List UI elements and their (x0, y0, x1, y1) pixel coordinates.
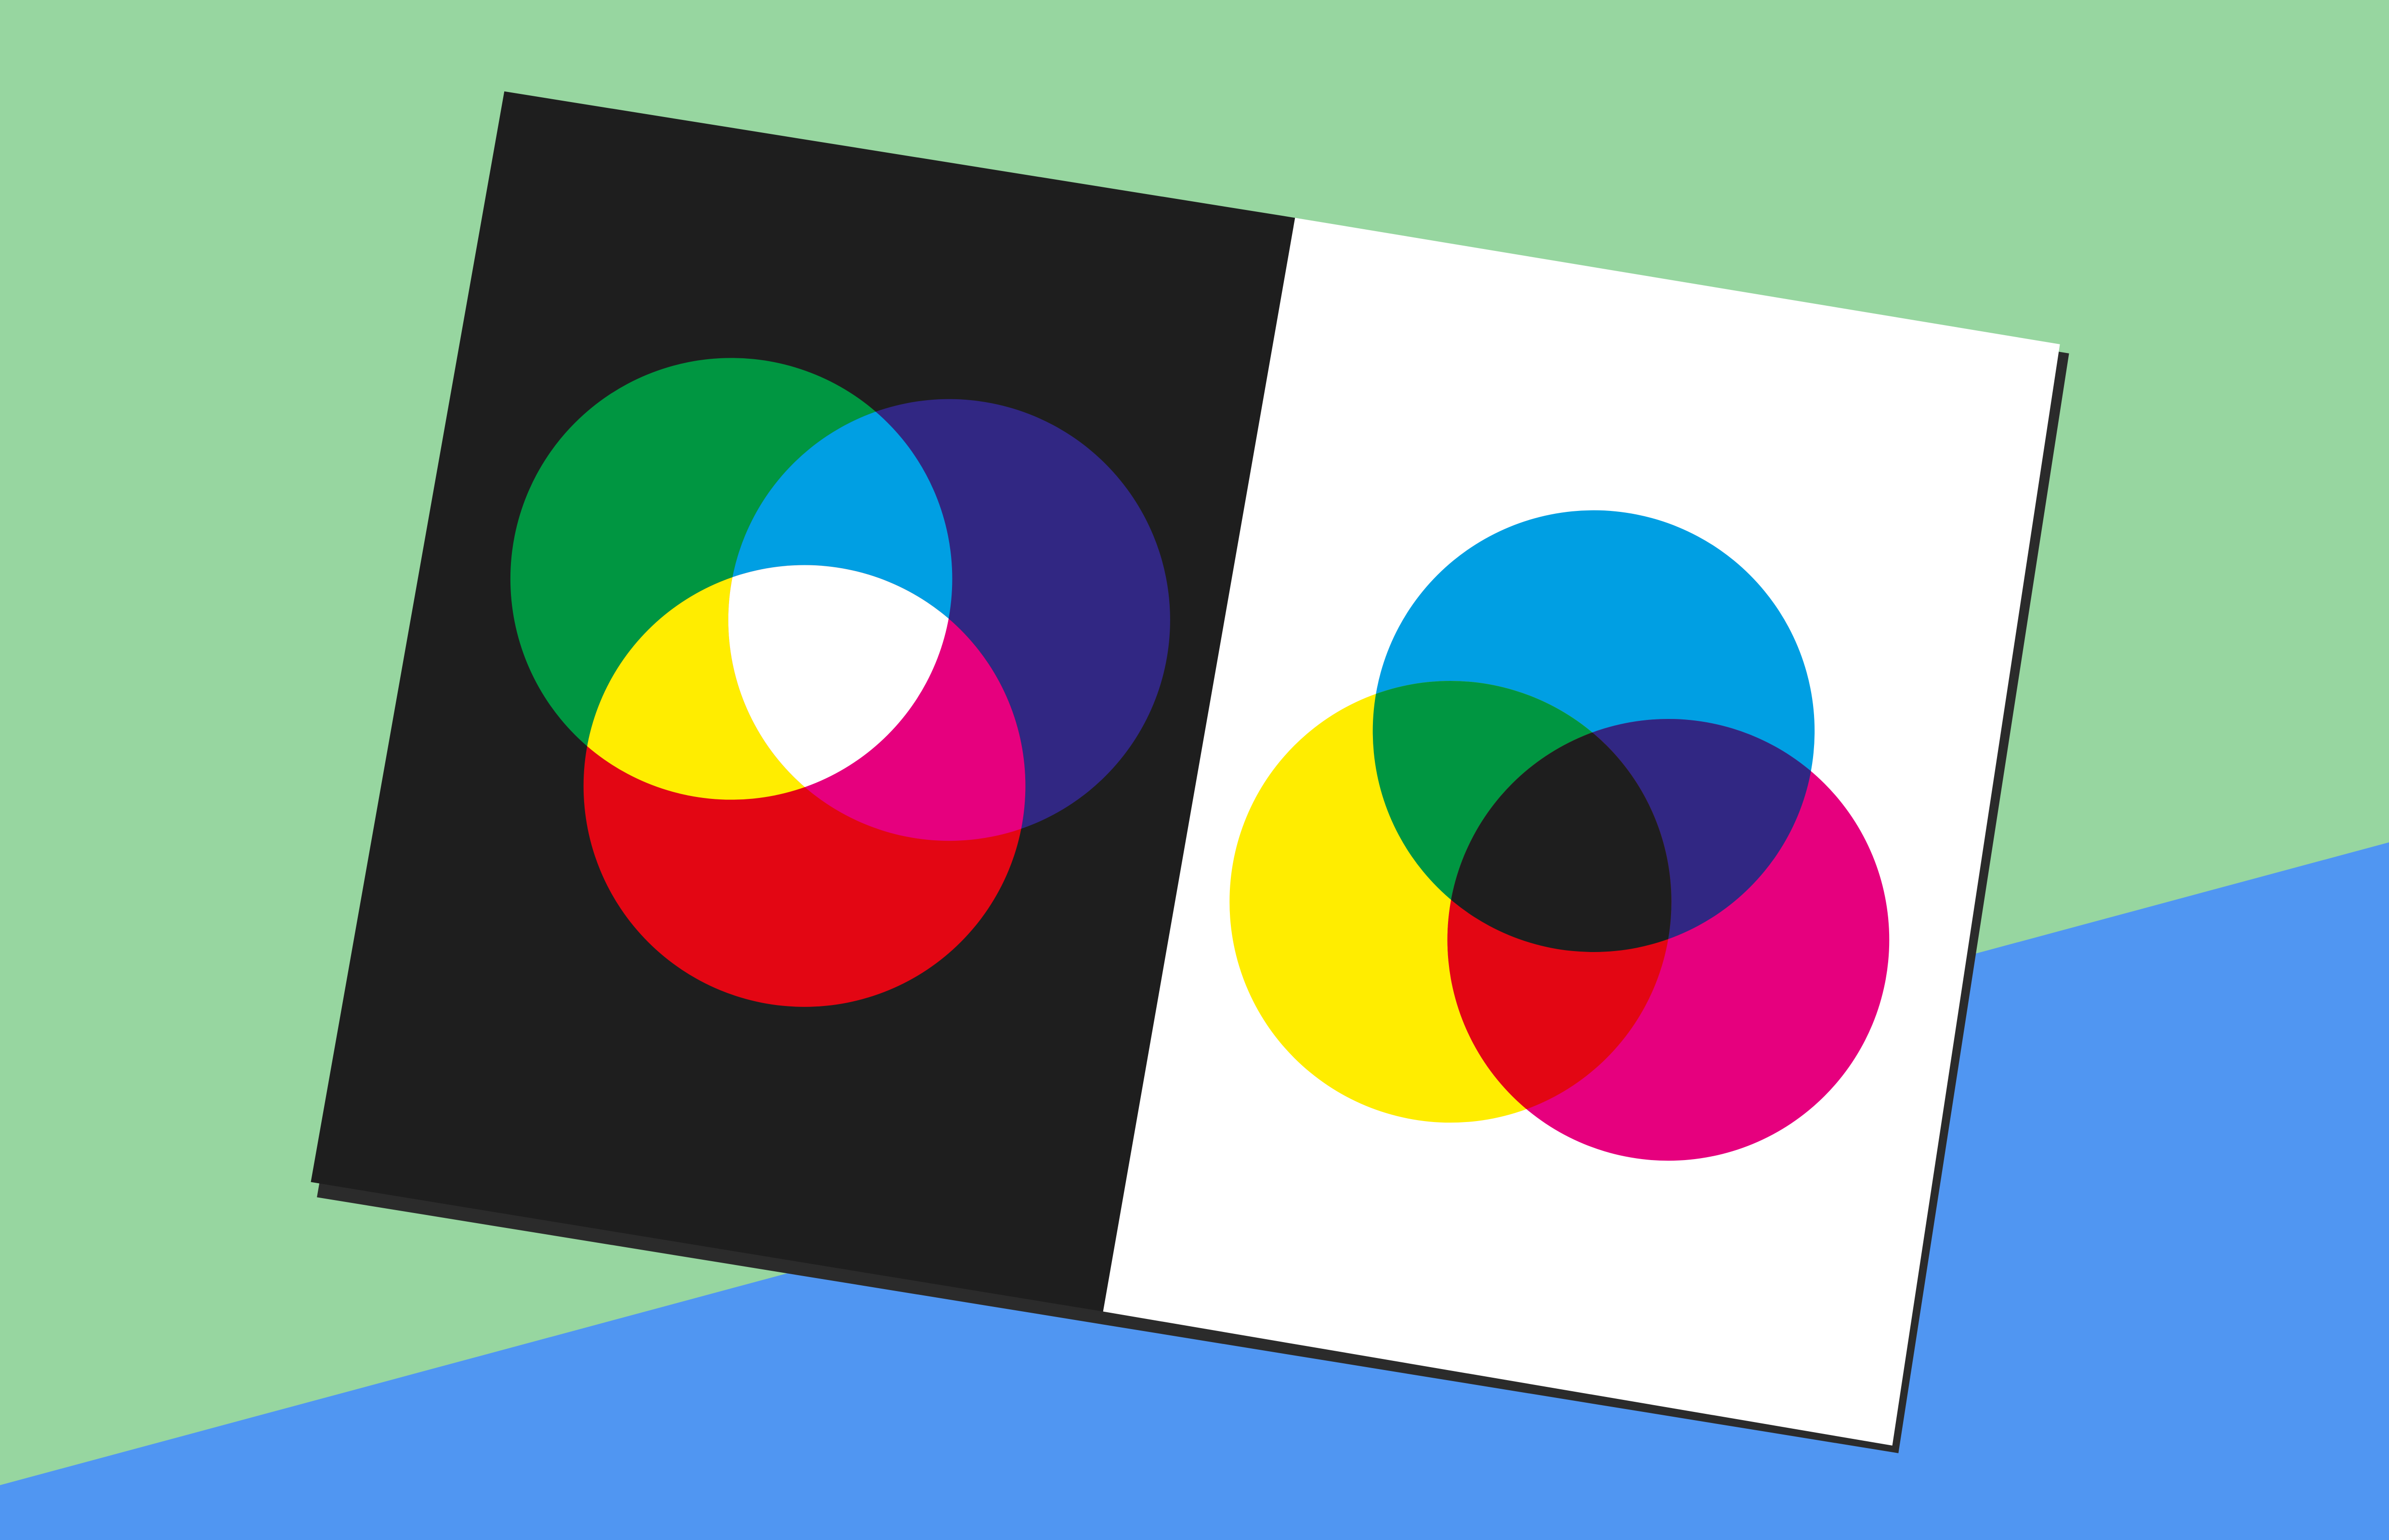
color-models-scene (0, 0, 2389, 1540)
